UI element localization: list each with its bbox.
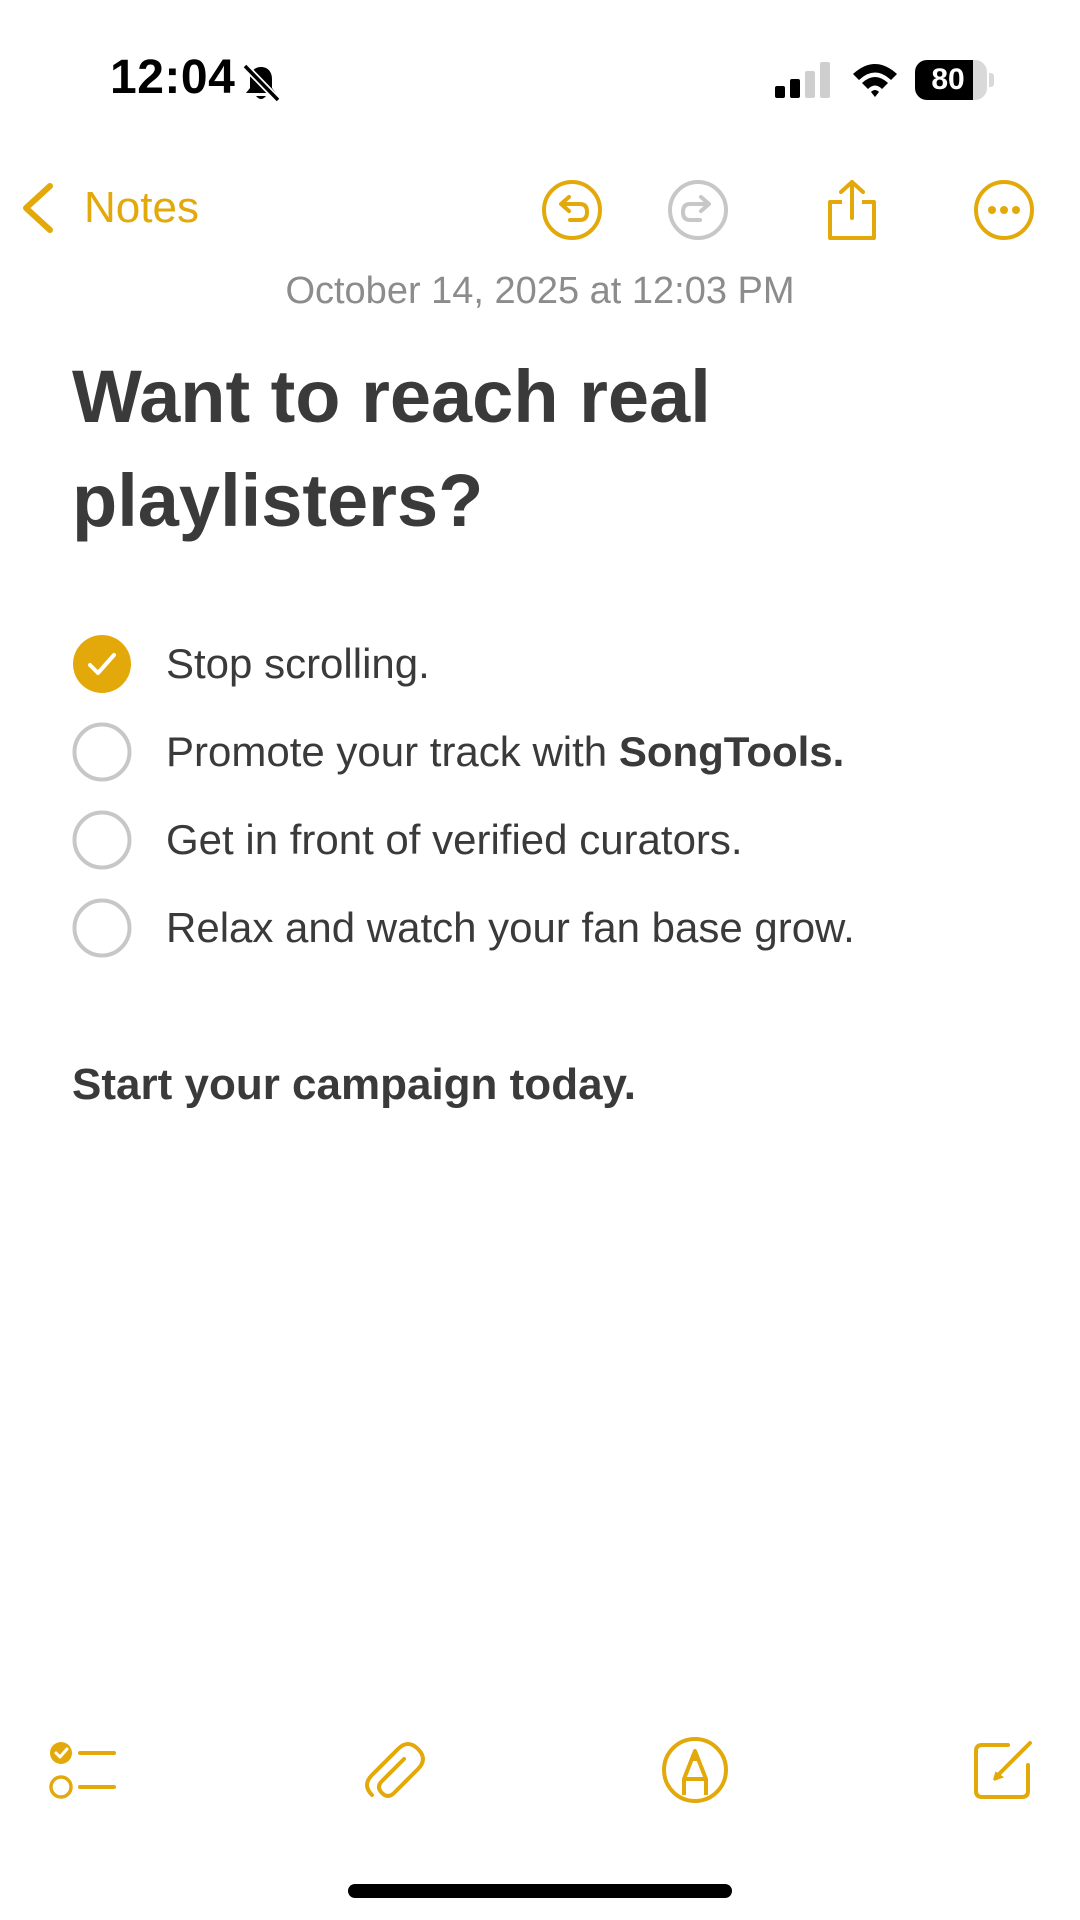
checkbox-unchecked[interactable] <box>72 898 132 958</box>
checklist-item-text: Stop scrolling. <box>166 640 430 687</box>
undo-button[interactable] <box>540 178 604 242</box>
checklist-item[interactable]: Promote your track with SongTools. <box>72 708 1052 796</box>
checklist-item-text: Relax and watch your fan base grow. <box>166 904 855 951</box>
attach-button[interactable] <box>358 1735 428 1805</box>
battery-body: 80 <box>915 60 987 100</box>
wifi-icon <box>853 64 897 97</box>
empty-circle-icon <box>72 898 132 958</box>
checklist-item-text-bold: SongTools. <box>618 728 845 775</box>
status-bar: 12:04 80 <box>0 0 1080 160</box>
compose-button[interactable] <box>968 1735 1038 1805</box>
checklist-item-text: Promote your track with SongTools. <box>166 728 844 776</box>
checkbox-checked[interactable] <box>72 634 132 694</box>
empty-circle-icon <box>72 722 132 782</box>
note-date: October 14, 2025 at 12:03 PM <box>285 270 795 312</box>
battery-tip <box>989 73 994 87</box>
share-button[interactable] <box>820 178 884 242</box>
battery-level: 80 <box>931 63 965 96</box>
checklist: Stop scrolling. Promote your track with … <box>72 620 1052 972</box>
empty-circle-icon <box>72 810 132 870</box>
markup-button[interactable] <box>660 1735 730 1805</box>
checkbox-unchecked[interactable] <box>72 810 132 870</box>
cellular-signal-icon <box>775 62 830 98</box>
note-footer-text[interactable]: Start your campaign today. <box>72 1060 636 1110</box>
checklist-icon <box>49 1742 116 1799</box>
checklist-item[interactable]: Relax and watch your fan base grow. <box>72 884 1052 972</box>
checkmark-circle-icon <box>73 635 131 693</box>
back-to-notes-button[interactable]: Notes <box>18 178 199 238</box>
compose-icon <box>974 1741 1032 1799</box>
status-time: 12:04 <box>110 51 236 104</box>
checklist-item[interactable]: Stop scrolling. <box>72 620 1052 708</box>
back-label: Notes <box>84 183 199 232</box>
paperclip-icon <box>365 1742 425 1798</box>
battery-indicator: 80 <box>915 60 994 100</box>
share-icon <box>828 180 876 240</box>
bell-slash-icon <box>242 63 281 103</box>
markup-pen-icon <box>662 1737 728 1803</box>
chevron-left-icon <box>23 183 53 233</box>
notes-screen: 12:04 80 Notes October 14, 2025 at 12:03… <box>0 0 1080 1920</box>
checklist-button[interactable] <box>48 1735 118 1805</box>
note-title[interactable]: Want to reach real playlisters? <box>72 345 992 553</box>
checklist-item-text: Get in front of verified curators. <box>166 816 743 863</box>
redo-button[interactable] <box>666 178 730 242</box>
checklist-item-text-plain: Promote your track with <box>166 728 619 775</box>
undo-icon <box>542 180 602 240</box>
checklist-item[interactable]: Get in front of verified curators. <box>72 796 1052 884</box>
redo-icon <box>668 180 728 240</box>
more-options-button[interactable] <box>972 178 1036 242</box>
home-indicator[interactable] <box>348 1884 732 1898</box>
checkbox-unchecked[interactable] <box>72 722 132 782</box>
more-icon <box>974 180 1034 240</box>
